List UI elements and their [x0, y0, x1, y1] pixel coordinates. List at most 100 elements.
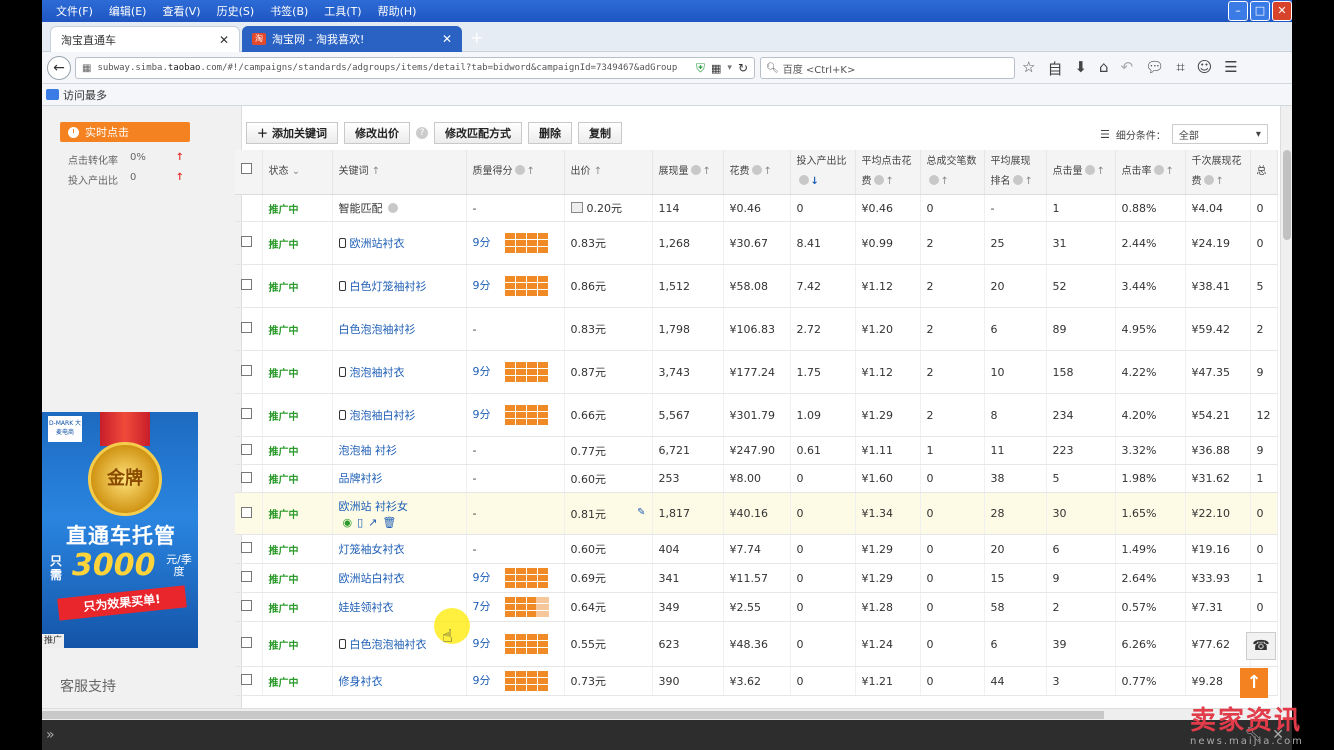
table-row[interactable]: 推广中 品牌衬衫 -0.60元 253 ¥8.00 0 ¥1.60 0 38 5 1.98% ¥31.… [235, 464, 1278, 493]
row-select[interactable] [235, 592, 263, 622]
globe-icon[interactable]: ◉ [343, 516, 353, 529]
header-clicks[interactable]: 点击量 ↑ [1046, 150, 1116, 195]
menu-item[interactable]: 查看(V) [154, 3, 208, 19]
keyword-link[interactable]: 智能匹配 [339, 202, 383, 215]
undo-icon[interactable]: ↶ [1121, 58, 1134, 79]
expand-icon[interactable]: » [46, 727, 55, 743]
cell-keyword[interactable]: 修身衬衣 [332, 666, 467, 696]
header-roi[interactable]: 投入产出比 ↓ [790, 150, 856, 195]
cell-keyword[interactable]: 白色灯笼袖衬衫 [332, 264, 467, 308]
reader-icon[interactable]: 自 [1047, 58, 1062, 79]
copy-button[interactable]: 复制 [578, 122, 622, 144]
cell-bid[interactable]: 0.73元 [564, 666, 653, 696]
url-bar[interactable]: ▦ subway.simba.taobao.com/#!/campaigns/s… [75, 57, 755, 79]
keyword-link[interactable]: 泡泡袖白衬衫 [338, 409, 416, 422]
modify-bid-button[interactable]: 修改出价 [344, 122, 410, 144]
customer-support[interactable]: 客服支持 [60, 676, 116, 696]
vertical-scrollbar[interactable] [1280, 106, 1292, 708]
ad-banner[interactable]: D-MARK 大麦电商 金牌 直通车托管 只需 3000 元/季度 只为效果买单… [42, 412, 198, 648]
cell-bid[interactable]: 0.64元 [564, 592, 653, 622]
scroll-thumb[interactable] [42, 711, 1104, 719]
cell-bid[interactable]: 0.83元 [564, 221, 653, 265]
star-icon[interactable]: ☆ [1022, 58, 1035, 79]
menu-item[interactable]: 工具(T) [316, 3, 369, 19]
close-tab-icon[interactable]: ✕ [219, 33, 229, 47]
help-icon[interactable] [798, 175, 809, 185]
cell-keyword[interactable]: 欧洲站衬衣 [332, 221, 467, 265]
keyword-link[interactable]: 欧洲站 衬衫女 [339, 500, 409, 513]
cell-bid[interactable]: 0.77元 [564, 436, 653, 465]
header-impressions[interactable]: 展现量 ↑ [652, 150, 724, 195]
header-status[interactable]: 状态 ⌄ [262, 150, 333, 195]
keyword-link[interactable]: 修身衬衣 [339, 675, 383, 688]
trash-icon[interactable]: 🗑︎ [382, 516, 396, 529]
row-checkbox[interactable] [241, 443, 252, 455]
smile-icon[interactable]: ☺ [1197, 58, 1213, 79]
realtime-click-button[interactable]: 实时点击 [60, 122, 190, 142]
menu-item[interactable]: 帮助(H) [370, 3, 425, 19]
customer-service-icon[interactable]: ☎ [1246, 632, 1276, 660]
table-row[interactable]: 推广中 修身衬衣 9分 0.73元 390 ¥3.62 0 ¥1.21 0 44 3 0.77% ¥9.… [235, 666, 1278, 696]
cell-keyword[interactable]: 智能匹配 [332, 194, 467, 222]
home-icon[interactable]: ⌂ [1099, 58, 1109, 79]
menu-item[interactable]: 历史(S) [209, 3, 263, 19]
table-row[interactable]: 推广中 白色泡泡袖衬衫 -0.83元 1,798 ¥106.83 2.72 ¥1.20 2 6 8… [235, 307, 1278, 351]
header-deals[interactable]: 总成交笔数 ↑ [920, 150, 985, 195]
tab-taobao[interactable]: 淘 淘宝网 - 淘我喜欢! ✕ [242, 26, 462, 52]
shield-icon[interactable]: ⛨ [696, 61, 705, 76]
tab-taobao-ztc[interactable]: 淘宝直通车 ✕ [50, 26, 240, 52]
delete-button[interactable]: 删除 [528, 122, 572, 144]
chart-icon[interactable]: ↗ [368, 516, 377, 529]
cell-bid[interactable]: 0.86元 [564, 264, 653, 308]
new-tab-button[interactable]: + [470, 30, 483, 46]
keyword-link[interactable]: 白色灯笼袖衬衫 [338, 280, 427, 293]
cell-bid[interactable]: 0.87元 [564, 350, 653, 394]
table-row[interactable]: 推广中 泡泡袖白衬衫 9分 0.66元 5,567 ¥301.79 1.09 ¥1.29 2 8 2… [235, 393, 1278, 437]
row-checkbox[interactable] [241, 236, 252, 247]
menu-item[interactable]: 书签(B) [262, 3, 316, 19]
table-row[interactable]: 推广中 泡泡袖衬衣 9分 0.87元 3,743 ¥177.24 1.75 ¥1.12 2 10 1… [235, 350, 1278, 394]
keyword-link[interactable]: 白色泡泡袖衬衣 [338, 638, 427, 651]
keyword-link[interactable]: 欧洲站衬衣 [338, 237, 405, 250]
row-checkbox[interactable] [241, 600, 252, 611]
row-checkbox[interactable] [241, 279, 252, 290]
header-bid[interactable]: 出价 ↑ [564, 150, 653, 195]
keyword-link[interactable]: 泡泡袖衬衣 [338, 366, 405, 379]
add-keyword-button[interactable]: ＋ 添加关键词 [246, 122, 338, 144]
row-select[interactable] [235, 492, 263, 535]
qr-code-icon[interactable]: ▦ [711, 62, 721, 75]
keyword-link[interactable]: 欧洲站白衬衣 [339, 572, 405, 585]
minimize-button[interactable]: – [1228, 1, 1248, 21]
cell-bid[interactable]: 0.60元 [564, 464, 653, 493]
cell-keyword[interactable]: 白色泡泡袖衬衫 [332, 307, 467, 351]
keyword-link[interactable]: 品牌衬衫 [339, 472, 383, 485]
reload-icon[interactable]: ↻ [738, 61, 748, 75]
table-row[interactable]: 推广中 欧洲站衬衣 9分 0.83元 1,268 ¥30.67 8.41 ¥0.99 2 25 31… [235, 221, 1278, 265]
help-icon[interactable]: ? [416, 127, 428, 139]
download-icon[interactable]: ⬇ [1074, 58, 1087, 79]
row-select[interactable] [235, 350, 263, 394]
menu-item[interactable]: 文件(F) [48, 3, 101, 19]
cell-keyword[interactable]: 泡泡袖白衬衫 [332, 393, 467, 437]
cell-bid[interactable]: 0.20元 [564, 194, 653, 222]
header-cpm[interactable]: 千次展现花费 ↑ [1185, 150, 1251, 195]
table-row[interactable]: 推广中 灯笼袖女衬衣 -0.60元 404 ¥7.74 0 ¥1.29 0 20 6 1.49% ¥1… [235, 534, 1278, 564]
bookmark-most-visited[interactable]: 访问最多 [63, 87, 107, 103]
back-button[interactable]: ← [47, 56, 71, 80]
row-select[interactable] [235, 563, 263, 593]
header-avg-cpc[interactable]: 平均点击花费 ↑ [855, 150, 921, 195]
table-row[interactable]: 推广中 欧洲站白衬衣 9分 0.69元 341 ¥11.57 0 ¥1.29 0 15 9 2.64%… [235, 563, 1278, 593]
cell-bid[interactable]: 0.66元 [564, 393, 653, 437]
help-icon[interactable] [873, 175, 884, 185]
mobile-icon[interactable]: ▯ [357, 516, 363, 529]
help-icon[interactable] [690, 165, 701, 175]
row-checkbox[interactable] [241, 674, 252, 685]
row-checkbox[interactable] [241, 471, 252, 483]
help-icon[interactable] [1153, 165, 1164, 175]
edit-icon[interactable]: ✎ [637, 507, 645, 518]
scroll-thumb[interactable] [1283, 150, 1291, 240]
close-tab-icon[interactable]: ✕ [442, 32, 452, 46]
cell-keyword[interactable]: 欧洲站 衬衫女 ◉ ▯ ↗ 🗑︎ [332, 492, 467, 535]
header-select-all[interactable] [235, 150, 263, 195]
modify-match-button[interactable]: 修改匹配方式 [434, 122, 522, 144]
